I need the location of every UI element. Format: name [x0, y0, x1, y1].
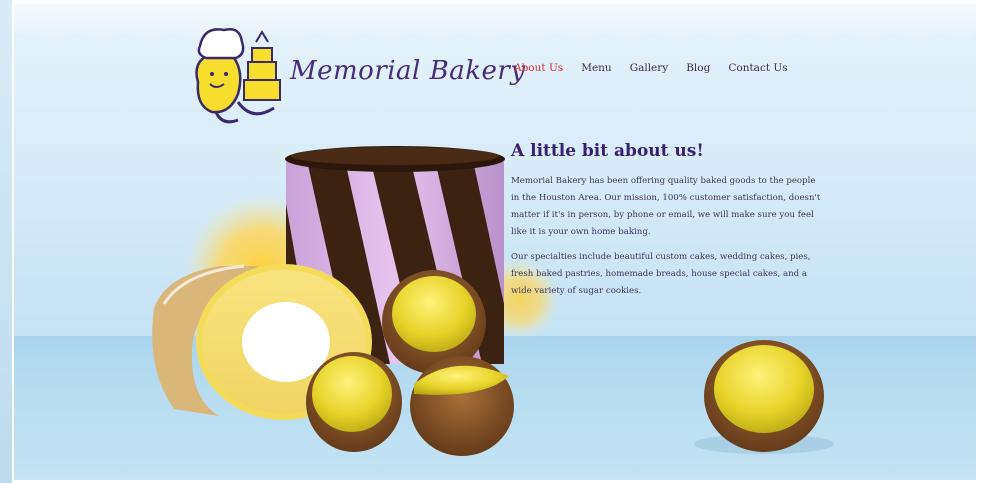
nav-item-menu[interactable]: Menu [581, 62, 612, 74]
nav-item-gallery[interactable]: Gallery [630, 62, 669, 74]
nav-item-contact-us[interactable]: Contact Us [728, 62, 787, 74]
single-lemon-tart [694, 340, 834, 454]
brand-name[interactable]: Memorial Bakery [290, 56, 526, 86]
page-title: A little bit about us! [511, 141, 704, 161]
about-paragraph-1: Memorial Bakery has been offering qualit… [511, 176, 821, 237]
nav-item-about-us[interactable]: About Us [514, 62, 563, 74]
nav-item-blog[interactable]: Blog [686, 62, 710, 74]
page-frame: Memorial Bakery About Us Menu Gallery Bl… [14, 4, 976, 480]
about-section: A little bit about us! Memorial Bakery h… [511, 141, 821, 308]
about-paragraph-2: Our specialties include beautiful custom… [511, 252, 811, 296]
baker-mascot-icon [195, 28, 281, 124]
left-edge-strip [0, 0, 12, 483]
main-nav: About Us Menu Gallery Blog Contact Us [514, 62, 788, 74]
